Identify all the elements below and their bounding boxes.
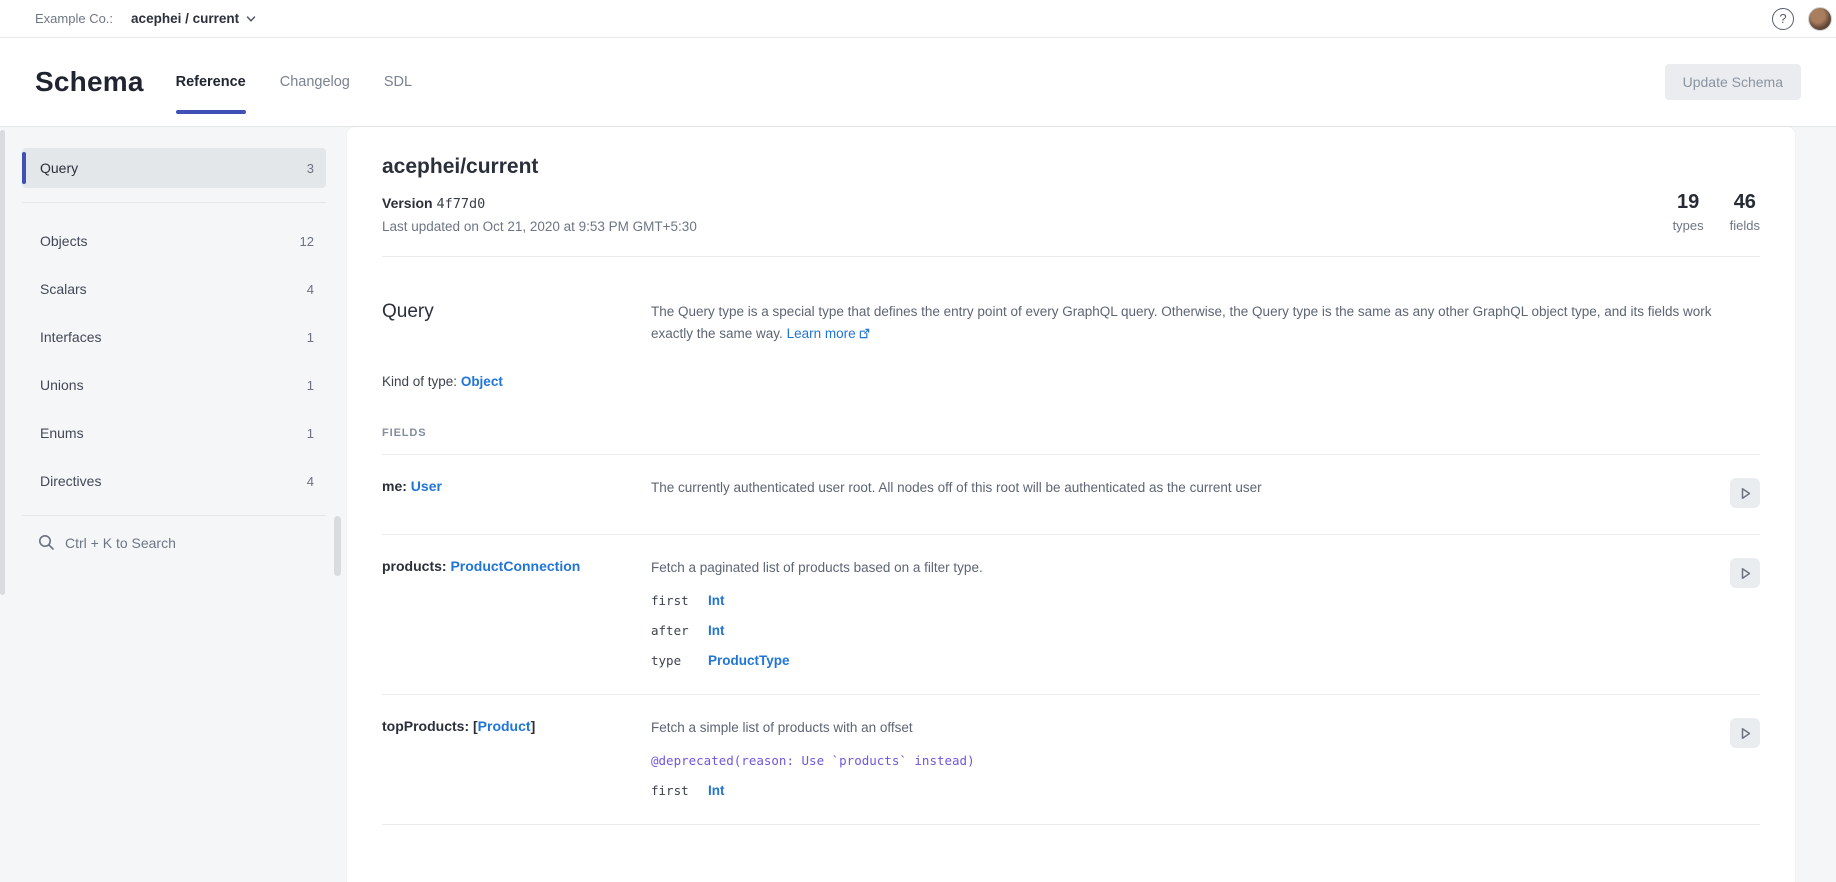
page-title: Schema <box>35 66 144 98</box>
schema-reference-card: acephei/current Version 4f77d0 Last upda… <box>347 127 1795 882</box>
last-updated: Last updated on Oct 21, 2020 at 9:53 PM … <box>382 219 697 234</box>
run-in-explorer-button[interactable] <box>1730 478 1760 508</box>
play-icon <box>1738 566 1753 581</box>
field-type-link[interactable]: User <box>411 478 442 494</box>
sidebar-item-enums[interactable]: Enums 1 <box>22 413 326 453</box>
page-body: Query 3 Objects 12 Scalars 4 Interfaces … <box>0 127 1836 882</box>
field-type-link[interactable]: ProductConnection <box>450 558 580 574</box>
sidebar-item-count: 12 <box>300 234 314 249</box>
field-row: products: ProductConnection Fetch a pagi… <box>382 535 1760 695</box>
org-label: Example Co.: <box>35 11 113 26</box>
version-value: 4f77d0 <box>436 196 485 212</box>
arg-row: type ProductType <box>651 653 1720 668</box>
arg-row: first Int <box>651 783 1720 798</box>
type-name-heading: Query <box>382 301 651 344</box>
search-hint: Ctrl + K to Search <box>65 535 176 551</box>
arg-name: after <box>651 623 708 638</box>
external-link-icon <box>859 328 870 339</box>
type-section: Query The Query type is a special type t… <box>382 257 1760 825</box>
field-args: first Int <box>651 783 1720 798</box>
sidebar-item-label: Enums <box>40 425 84 441</box>
field-args: first Int after Int type ProductType <box>651 593 1720 668</box>
arg-name: type <box>651 653 708 668</box>
stat-fields: 46 fields <box>1730 191 1760 233</box>
sidebar-item-label: Query <box>40 160 78 176</box>
sidebar-item-count: 4 <box>307 282 314 297</box>
user-avatar[interactable] <box>1808 7 1832 31</box>
schema-search[interactable]: Ctrl + K to Search <box>22 534 347 551</box>
sidebar-item-scalars[interactable]: Scalars 4 <box>22 269 326 309</box>
deprecated-directive: @deprecated(reason: Use `products` inste… <box>651 753 1720 768</box>
version-line: Version 4f77d0 <box>382 195 697 212</box>
fields-label: FIELDS <box>382 427 1760 439</box>
field-description: The currently authenticated user root. A… <box>651 478 1720 498</box>
run-in-explorer-button[interactable] <box>1730 558 1760 588</box>
search-icon <box>38 534 55 551</box>
arg-type-link[interactable]: Int <box>708 783 725 798</box>
sidebar-item-query[interactable]: Query 3 <box>22 148 326 188</box>
kind-of-type: Kind of type: Object <box>382 374 1760 389</box>
type-nav-sidebar: Query 3 Objects 12 Scalars 4 Interfaces … <box>0 127 347 882</box>
run-in-explorer-button[interactable] <box>1730 718 1760 748</box>
sidebar-item-label: Scalars <box>40 281 87 297</box>
field-name: topProducts: [Product] <box>382 718 651 797</box>
sidebar-item-unions[interactable]: Unions 1 <box>22 365 326 405</box>
arg-name: first <box>651 783 708 798</box>
sidebar-divider <box>22 515 326 516</box>
arg-type-link[interactable]: Int <box>708 623 725 638</box>
sidebar-item-count: 4 <box>307 474 314 489</box>
sidebar-item-label: Interfaces <box>40 329 101 345</box>
chevron-down-icon <box>246 14 256 24</box>
sidebar-divider <box>22 202 326 203</box>
sidebar-item-count: 1 <box>307 426 314 441</box>
field-name: me: User <box>382 478 651 508</box>
stat-value: 46 <box>1730 191 1760 214</box>
tab-changelog[interactable]: Changelog <box>280 38 350 126</box>
field-description: Fetch a simple list of products with an … <box>651 718 1720 738</box>
stat-types: 19 types <box>1673 191 1704 233</box>
stat-label: fields <box>1730 218 1760 233</box>
field-description: Fetch a paginated list of products based… <box>651 558 1720 578</box>
field-type-link[interactable]: Product <box>478 718 531 734</box>
fields-list: me: User The currently authenticated use… <box>382 454 1760 825</box>
stat-value: 19 <box>1673 191 1704 214</box>
schema-stats: 19 types 46 fields <box>1673 155 1760 233</box>
sidebar-item-label: Unions <box>40 377 84 393</box>
graph-selector-label: acephei / current <box>131 11 239 26</box>
play-icon <box>1738 486 1753 501</box>
sidebar-item-count: 1 <box>307 378 314 393</box>
graph-selector[interactable]: acephei / current <box>131 11 256 26</box>
arg-type-link[interactable]: ProductType <box>708 653 790 668</box>
sidebar-item-label: Directives <box>40 473 101 489</box>
tab-sdl[interactable]: SDL <box>384 38 412 126</box>
sidebar-item-interfaces[interactable]: Interfaces 1 <box>22 317 326 357</box>
graph-title: acephei/current <box>382 155 697 179</box>
field-row: topProducts: [Product] Fetch a simple li… <box>382 695 1760 824</box>
sidebar-item-count: 1 <box>307 330 314 345</box>
sidebar-item-objects[interactable]: Objects 12 <box>22 221 326 261</box>
kind-value-link[interactable]: Object <box>461 374 503 389</box>
stat-label: types <box>1673 218 1704 233</box>
tab-reference[interactable]: Reference <box>176 38 246 126</box>
field-row: me: User The currently authenticated use… <box>382 455 1760 535</box>
learn-more-link[interactable]: Learn more <box>787 326 870 341</box>
help-icon[interactable]: ? <box>1772 8 1794 30</box>
top-bar: Example Co.: acephei / current ? <box>0 0 1836 38</box>
version-label: Version <box>382 195 433 211</box>
tab-bar: Reference Changelog SDL <box>176 38 413 126</box>
sidebar-item-count: 3 <box>307 161 314 176</box>
arg-type-link[interactable]: Int <box>708 593 725 608</box>
page-header: Schema Reference Changelog SDL Update Sche… <box>0 38 1836 127</box>
field-name: products: ProductConnection <box>382 558 651 668</box>
graph-summary: acephei/current Version 4f77d0 Last upda… <box>382 127 1760 257</box>
play-icon <box>1738 726 1753 741</box>
type-description: The Query type is a special type that de… <box>651 301 1760 344</box>
update-schema-button[interactable]: Update Schema <box>1665 64 1801 100</box>
arg-name: first <box>651 593 708 608</box>
sidebar-item-label: Objects <box>40 233 87 249</box>
arg-row: first Int <box>651 593 1720 608</box>
sidebar-item-directives[interactable]: Directives 4 <box>22 461 326 501</box>
arg-row: after Int <box>651 623 1720 638</box>
sidebar-scrollbar[interactable] <box>334 516 341 576</box>
